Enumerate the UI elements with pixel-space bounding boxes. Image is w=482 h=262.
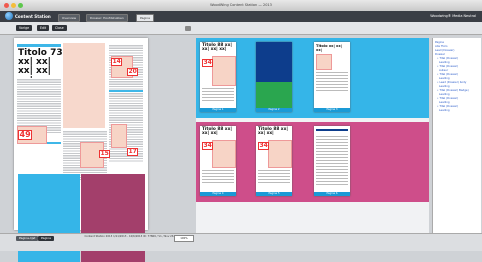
preview-top-pink [63,43,105,128]
zoom-field[interactable]: 100% [174,235,194,242]
page-text-line [202,179,234,181]
tab-overview[interactable]: Overview [58,14,81,22]
page-text-line [316,157,348,159]
tab-pagina[interactable]: Pagina [136,14,154,22]
tab-dossier[interactable]: Dossier: Hoofdstukken [86,14,128,22]
tree-item[interactable]: Leading [439,108,450,112]
preview-text-columns [17,78,61,133]
page-text-line [316,139,348,141]
page-thumb-6[interactable]: Pagina 6 [314,126,350,196]
preview-number-20: 20 [127,68,139,76]
page-text-line [316,154,348,156]
page-text-line [316,145,348,147]
page-text-line [316,172,348,174]
page-thumb-2[interactable]: Pagina 2 [256,42,292,112]
page-text-line [316,84,348,86]
preview-cyan-strip [17,44,61,47]
page-button[interactable]: Pagina [38,236,54,241]
page-text-line [258,179,290,181]
page-text-line [316,148,348,150]
page-text-line [316,181,348,183]
page-text-line [316,142,348,144]
page-text-line [202,182,234,184]
preview-number-15: 15 [99,150,111,158]
toolbar [0,22,482,35]
page-text-line [202,91,234,93]
preview-number-14: 14 [111,58,123,66]
page-pink-box [268,140,292,168]
page-number: 34 [258,142,270,150]
page-headline: Titolo 88 xx| xx| xx| [202,127,232,137]
page-text-line [316,90,348,92]
edit-button[interactable]: Edit [37,25,50,31]
preview-number-17: 17 [127,148,139,156]
page-label: Pagina 1 [200,108,236,112]
page-text-line [316,160,348,162]
page-text-line [316,166,348,168]
page-text-line [316,169,348,171]
structure-panel: Pagina Alle Ttolo Lead (Dossier) Dossier… [432,38,481,236]
page-list-button[interactable]: Pagina-lijst [16,236,39,241]
page-text-line [202,176,234,178]
page-navy-header [316,129,348,131]
page-thumb-1[interactable]: Titolo 88 xx| xx| xx| xx| 34 Pagina 1 [200,42,236,112]
page-text-line [202,94,234,96]
brand-label: Woodwing® Media Neutral [430,14,476,18]
page-text-line [258,176,290,178]
page-preview[interactable]: Titolo 73 xx| xx| xx| xx| xx| 49 14 17 2… [14,38,148,262]
preview-box-c [111,124,127,148]
page-text-line [316,78,348,80]
page-text-line [202,100,234,102]
green-block [256,82,292,108]
layout-toggle-icon[interactable] [185,26,191,31]
close-button[interactable]: Close [52,25,67,31]
preview-cyan-bar-2 [109,90,143,92]
page-text-line [258,170,290,172]
back-button[interactable]: Vorige [16,25,33,31]
page-text-line [202,97,234,99]
page-text-line [316,184,348,186]
page-number: 34 [202,142,214,150]
page-headline: Titolo 88 xx| xx| xx| xx| [202,43,232,53]
page-text-line [316,178,348,180]
page-text-line [316,81,348,83]
page-text-line [316,87,348,89]
page-text-line [316,151,348,153]
status-text: Content Station 2013 1/11/2013 - 10/6/20… [84,235,174,238]
page-label: Pagina 2 [256,108,292,112]
page-headline: Titolo xx| xx| xx| [316,44,342,53]
page-pink-box [316,54,332,70]
page-text-line [202,170,234,172]
page-label: Pagina 4 [200,192,236,196]
page-label: Pagina 3 [314,108,350,112]
app-name: Content Station [15,14,51,19]
page-text-line [316,175,348,177]
page-text-line [258,173,290,175]
page-number: 34 [202,59,214,67]
page-text-line [316,72,348,74]
page-text-line [316,163,348,165]
page-label: Pagina 5 [256,192,292,196]
page-thumb-3[interactable]: Titolo xx| xx| xx| Pagina 3 [314,42,350,112]
page-text-line [202,88,234,90]
page-headline: Titolo 88 xx| xx| xx| [258,127,288,137]
page-text-line [258,182,290,184]
preview-number-49: 49 [18,130,33,140]
window-title: WoodWing Content Station — 2013 [210,3,272,7]
status-bar [0,233,482,251]
app-logo-icon [5,12,13,20]
page-text-line [202,173,234,175]
page-thumb-4[interactable]: Titolo 88 xx| xx| xx| 34 Pagina 4 [200,126,236,196]
page-pink-box [212,56,236,86]
page-thumb-5[interactable]: Titolo 88 xx| xx| xx| 34 Pagina 5 [256,126,292,196]
page-pink-box [212,140,236,168]
page-text-line [316,136,348,138]
page-label: Pagina 6 [314,192,350,196]
page-text-line [316,75,348,77]
